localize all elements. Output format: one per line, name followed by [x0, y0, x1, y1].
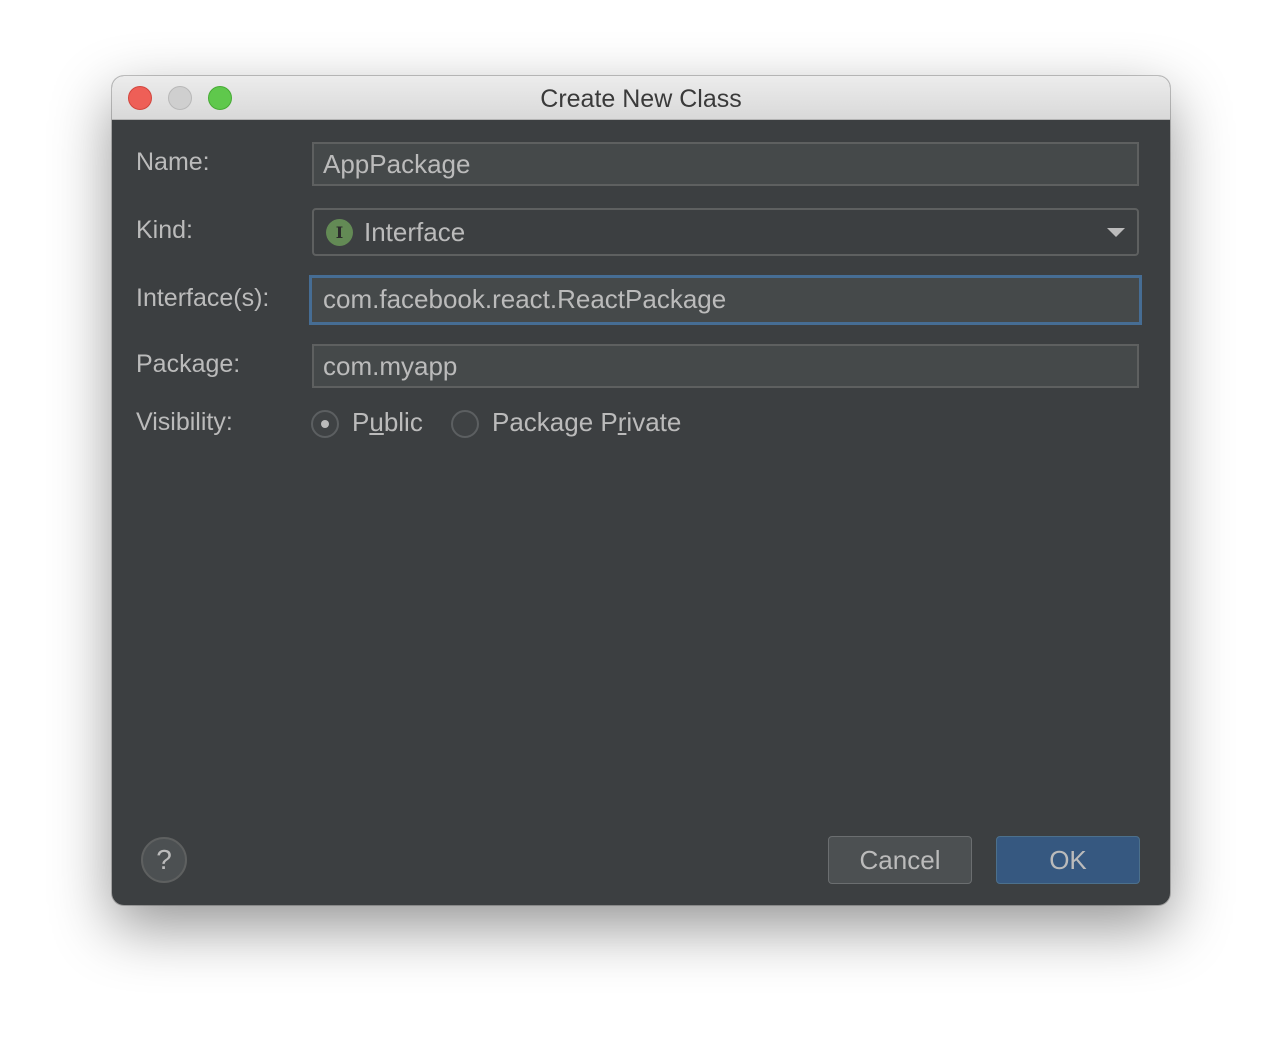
public-radio-label[interactable]: Public — [352, 407, 423, 438]
title-bar[interactable]: Create New Class — [112, 76, 1170, 120]
name-field[interactable]: AppPackage — [312, 142, 1139, 186]
visibility-label: Visibility: — [136, 408, 233, 436]
create-new-class-dialog: Create New Class Name: AppPackage Kind: … — [112, 76, 1170, 905]
cancel-button[interactable]: Cancel — [828, 836, 972, 884]
name-label: Name: — [136, 148, 210, 176]
window-title: Create New Class — [540, 85, 742, 113]
package-label: Package: — [136, 350, 241, 378]
kind-label: Kind: — [136, 216, 193, 244]
public-radio[interactable] — [311, 410, 339, 438]
minimize-button[interactable] — [168, 86, 192, 110]
interface-icon: I — [326, 219, 353, 246]
help-button[interactable]: ? — [141, 837, 187, 883]
package-private-radio-label[interactable]: Package Private — [492, 407, 681, 438]
close-button[interactable] — [128, 86, 152, 110]
radio-selected-dot — [321, 420, 329, 428]
kind-dropdown[interactable]: I Interface — [312, 208, 1139, 256]
kind-value: Interface — [364, 217, 466, 247]
package-field[interactable]: com.myapp — [312, 344, 1139, 388]
zoom-button[interactable] — [208, 86, 232, 110]
package-private-radio[interactable] — [451, 410, 479, 438]
question-mark-icon: ? — [156, 844, 172, 875]
chevron-down-icon — [1107, 228, 1125, 237]
interfaces-label: Interface(s): — [136, 284, 270, 312]
interfaces-field[interactable]: com.facebook.react.ReactPackage — [309, 275, 1142, 325]
ok-button[interactable]: OK — [996, 836, 1140, 884]
